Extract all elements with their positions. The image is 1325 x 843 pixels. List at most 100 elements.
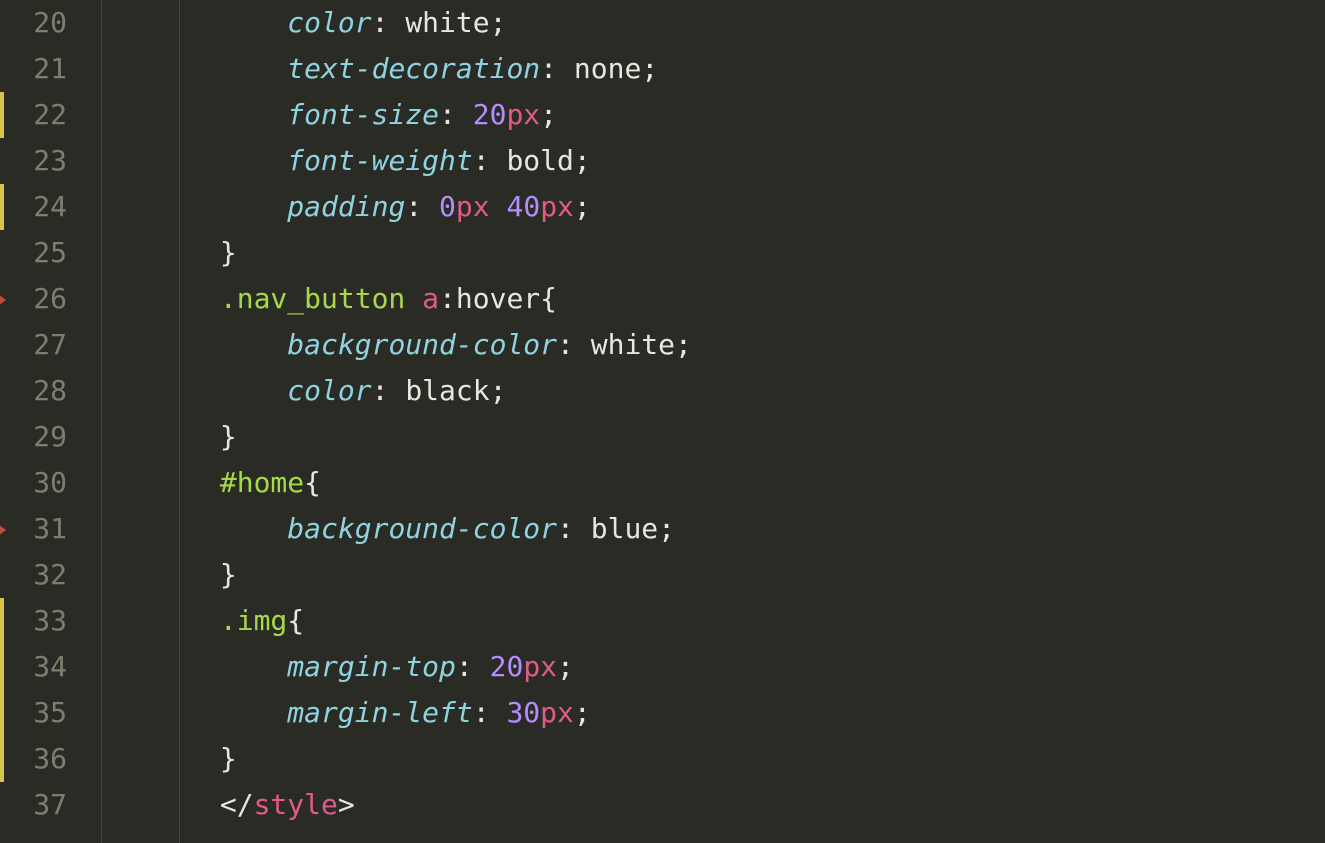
token: 40 [506,190,540,223]
line-number: 21 [0,46,85,92]
token: 20 [490,650,524,683]
line-number: 24 [0,184,85,230]
code-line[interactable]: } [85,230,1325,276]
code-line[interactable]: font-weight: bold; [85,138,1325,184]
token: : [372,6,406,39]
token: ; [574,144,591,177]
line-number: 37 [0,782,85,828]
token: : [473,144,507,177]
token: background-color [287,512,557,545]
token: { [287,604,304,637]
line-number-gutter: 202122232425262728293031323334353637 [0,0,85,843]
token: none [574,52,641,85]
token: ; [641,52,658,85]
token: ; [658,512,675,545]
token: style [254,788,338,821]
token: : [473,696,507,729]
code-line[interactable]: font-size: 20px; [85,92,1325,138]
code-line[interactable]: color: black; [85,368,1325,414]
token: .img [220,604,287,637]
line-number: 28 [0,368,85,414]
token: 0 [439,190,456,223]
token: px [456,190,490,223]
token: > [338,788,355,821]
token: font-size [287,98,439,131]
token: } [220,742,237,775]
token: px [540,696,574,729]
code-line[interactable]: text-decoration: none; [85,46,1325,92]
token: a [422,282,439,315]
token: ; [490,374,507,407]
token: } [220,420,237,453]
token: : [557,328,591,361]
token: padding [287,190,405,223]
line-number: 26 [0,276,85,322]
token: px [506,98,540,131]
token: :hover [439,282,540,315]
token: ; [574,190,591,223]
token: : [540,52,574,85]
token: color [287,6,371,39]
token: 30 [506,696,540,729]
code-line[interactable]: background-color: white; [85,322,1325,368]
code-wrap: color: white; text-decoration: none; fon… [85,0,1325,843]
line-number: 20 [0,0,85,46]
line-number: 29 [0,414,85,460]
token: text-decoration [287,52,540,85]
token: </ [220,788,254,821]
token: { [540,282,557,315]
token: : [405,190,439,223]
token: ; [540,98,557,131]
token [490,190,507,223]
token: white [591,328,675,361]
line-number: 34 [0,644,85,690]
token: : [439,98,473,131]
line-number: 25 [0,230,85,276]
line-number: 22 [0,92,85,138]
token: white [405,6,489,39]
code-line[interactable]: color: white; [85,0,1325,46]
token [405,282,422,315]
token: color [287,374,371,407]
line-number: 33 [0,598,85,644]
code-line[interactable]: margin-left: 30px; [85,690,1325,736]
token: ; [675,328,692,361]
token: blue [591,512,658,545]
line-number: 36 [0,736,85,782]
code-line[interactable]: margin-top: 20px; [85,644,1325,690]
code-line[interactable]: background-color: blue; [85,506,1325,552]
code-line[interactable]: #home{ [85,460,1325,506]
token: : [456,650,490,683]
token: } [220,236,237,269]
line-number: 30 [0,460,85,506]
token: ; [557,650,574,683]
token: { [304,466,321,499]
code-editor: 202122232425262728293031323334353637 col… [0,0,1325,843]
token: : [557,512,591,545]
token: background-color [287,328,557,361]
token: px [523,650,557,683]
token: : [372,374,406,407]
line-number: 31 [0,506,85,552]
token: ; [574,696,591,729]
token: px [540,190,574,223]
code-line[interactable]: } [85,552,1325,598]
line-number: 32 [0,552,85,598]
code-area[interactable]: color: white; text-decoration: none; fon… [85,0,1325,828]
code-line[interactable]: .img{ [85,598,1325,644]
token: ; [490,6,507,39]
code-line[interactable]: </style> [85,782,1325,828]
token: font-weight [287,144,472,177]
token: 20 [473,98,507,131]
token: margin-top [287,650,456,683]
code-line[interactable]: padding: 0px 40px; [85,184,1325,230]
token: } [220,558,237,591]
code-line[interactable]: } [85,414,1325,460]
code-line[interactable]: } [85,736,1325,782]
line-number: 27 [0,322,85,368]
code-line[interactable]: .nav_button a:hover{ [85,276,1325,322]
token: .nav_button [220,282,405,315]
line-number: 35 [0,690,85,736]
token: margin-left [287,696,472,729]
token: black [405,374,489,407]
